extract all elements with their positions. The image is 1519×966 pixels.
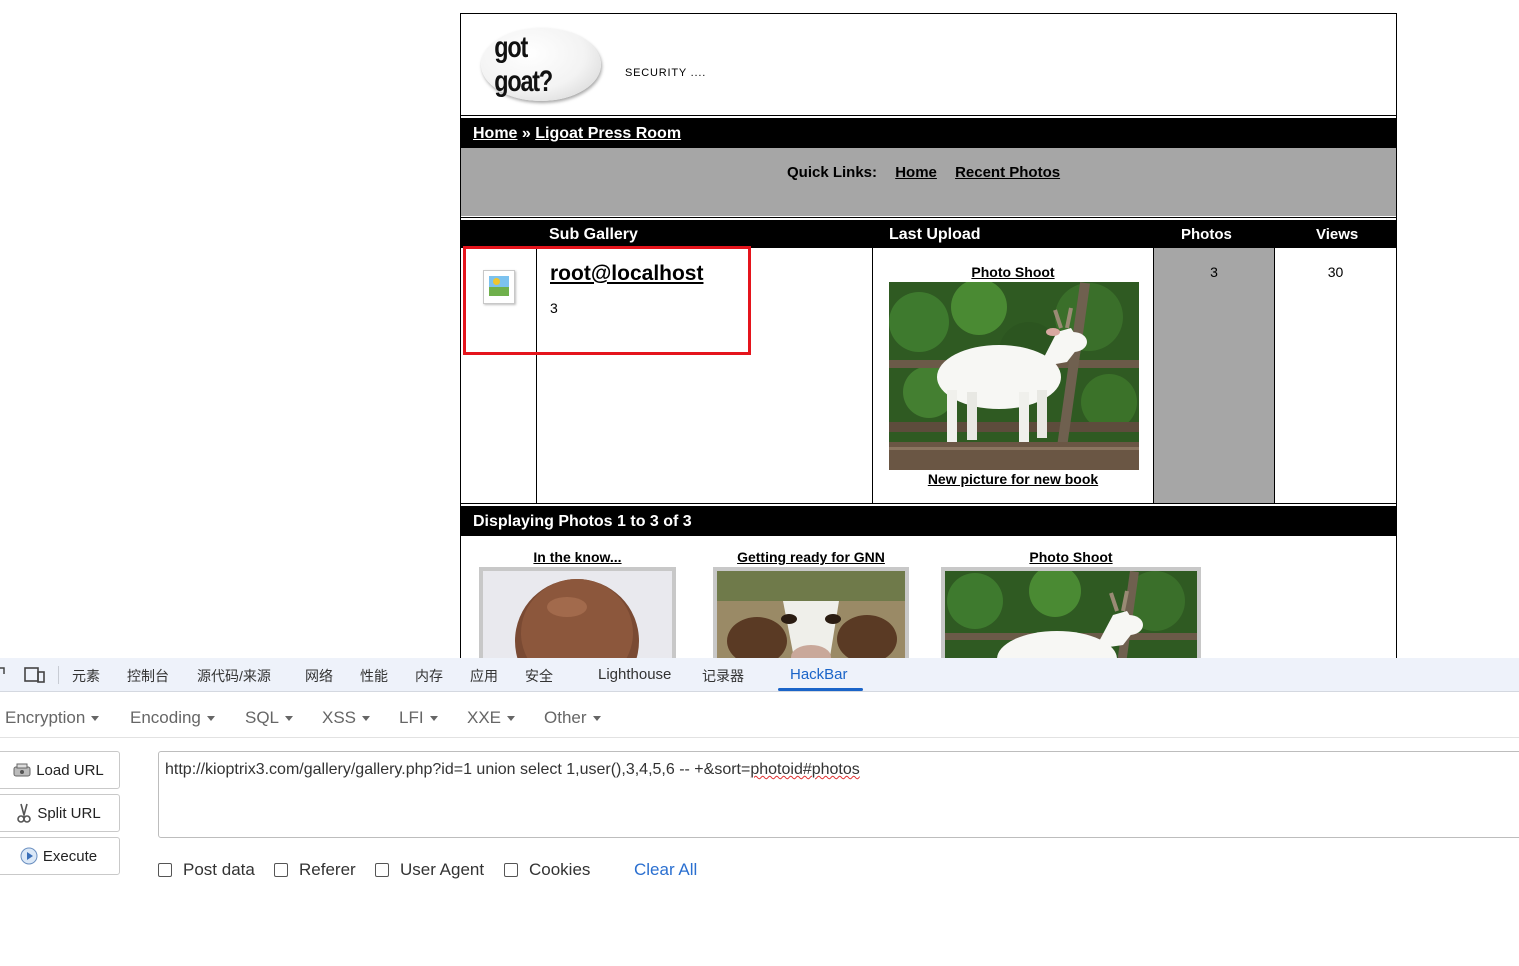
clear-all-link[interactable]: Clear All: [634, 860, 697, 880]
tab-sources[interactable]: 源代码/来源: [197, 666, 271, 686]
menu-encoding[interactable]: Encoding: [130, 708, 215, 728]
gallery-table-header: Sub Gallery Last Upload Photos Views: [461, 218, 1396, 248]
inspect-icon[interactable]: [0, 666, 8, 684]
load-url-label: Load URL: [36, 761, 104, 779]
tab-hackbar[interactable]: HackBar: [790, 666, 848, 683]
tab-security[interactable]: 安全: [525, 666, 553, 686]
checkbox-box[interactable]: [158, 863, 172, 877]
chevron-down-icon: [362, 716, 371, 722]
man-portrait-photo[interactable]: [483, 571, 672, 658]
referer-label: Referer: [299, 860, 356, 879]
cookies-label: Cookies: [529, 860, 591, 879]
user-agent-label: User Agent: [400, 860, 485, 879]
menu-sql[interactable]: SQL: [245, 708, 294, 728]
device-toolbar-icon[interactable]: [24, 666, 46, 684]
post-data-checkbox[interactable]: Post data: [158, 860, 255, 880]
quick-links-label: Quick Links:: [787, 164, 878, 181]
execute-label: Execute: [42, 847, 98, 865]
goat-photo-thumbnail[interactable]: [945, 565, 1197, 658]
header-sub-gallery: Sub Gallery: [549, 226, 638, 243]
photos-count-cell: 3: [1153, 248, 1275, 504]
load-url-button[interactable]: Load URL: [0, 751, 120, 789]
thumbnail-title-link[interactable]: Photo Shoot: [941, 549, 1201, 565]
url-text-prefix: http://kioptrix3.com/gallery/gallery.php…: [165, 761, 751, 778]
red-highlight-box: [463, 246, 751, 355]
chevron-down-icon: [91, 716, 100, 722]
quick-links-bar: Quick Links: Home Recent Photos: [461, 148, 1396, 216]
tab-memory[interactable]: 内存: [415, 666, 443, 686]
last-upload-title-link[interactable]: Photo Shoot: [873, 264, 1153, 280]
menu-encryption[interactable]: Encryption: [5, 708, 100, 728]
devtools-tab-bar: 元素 控制台 源代码/来源 网络 性能 内存 应用 安全 Lighthouse …: [0, 658, 1519, 692]
quick-links: Quick Links: Home Recent Photos: [787, 164, 1060, 181]
thumbnail-title-link[interactable]: In the know...: [479, 549, 676, 565]
play-icon: [20, 847, 38, 865]
checkbox-box[interactable]: [504, 863, 518, 877]
header-views: Views: [1316, 226, 1359, 243]
quick-link-home[interactable]: Home: [895, 164, 937, 181]
header-last-upload: Last Upload: [889, 226, 981, 243]
chevron-down-icon: [429, 716, 438, 722]
url-input[interactable]: http://kioptrix3.com/gallery/gallery.php…: [158, 751, 1519, 838]
menu-lfi[interactable]: LFI: [399, 708, 438, 728]
hackbar-menu: Encryption Encoding SQL XSS LFI XXE Othe…: [0, 698, 1519, 738]
displaying-bar: Displaying Photos 1 to 3 of 3: [461, 504, 1396, 536]
checkbox-box[interactable]: [274, 863, 288, 877]
tab-network[interactable]: 网络: [305, 666, 333, 686]
referer-checkbox[interactable]: Referer: [274, 860, 356, 880]
tab-elements[interactable]: 元素: [72, 666, 100, 686]
checkbox-box[interactable]: [375, 863, 389, 877]
menu-other[interactable]: Other: [544, 708, 601, 728]
breadcrumb: Home » Ligoat Press Room: [473, 125, 681, 143]
tab-console[interactable]: 控制台: [127, 666, 169, 686]
load-url-icon: [13, 763, 31, 777]
breadcrumb-separator: »: [517, 125, 536, 142]
header-photos: Photos: [1181, 226, 1232, 243]
chevron-down-icon: [285, 716, 294, 722]
menu-xss[interactable]: XSS: [322, 708, 371, 728]
thumbnail-frame[interactable]: [479, 567, 676, 658]
displaying-photos-text: Displaying Photos 1 to 3 of 3: [473, 513, 692, 530]
photos-count: 3: [1210, 264, 1218, 280]
active-tab-indicator: [778, 688, 863, 691]
goat-photo[interactable]: [889, 282, 1139, 470]
split-url-button[interactable]: Split URL: [0, 794, 120, 832]
split-url-label: Split URL: [37, 804, 101, 822]
execute-button[interactable]: Execute: [0, 837, 120, 875]
thumbnail-title-link[interactable]: Getting ready for GNN: [713, 549, 909, 565]
thumbnail-frame[interactable]: [941, 565, 1201, 658]
quick-link-recent-photos[interactable]: Recent Photos: [955, 164, 1060, 181]
thumbnail-frame[interactable]: [713, 567, 909, 658]
last-upload-cell: Photo Shoot New picture for new book: [873, 248, 1153, 504]
chevron-down-icon: [507, 716, 516, 722]
last-upload-caption-link[interactable]: New picture for new book: [873, 471, 1153, 487]
user-agent-checkbox[interactable]: User Agent: [375, 860, 484, 880]
breadcrumb-current-link[interactable]: Ligoat Press Room: [535, 125, 681, 142]
menu-xxe[interactable]: XXE: [467, 708, 516, 728]
views-count-cell: 30: [1275, 248, 1396, 504]
devtools-panel: 元素 控制台 源代码/来源 网络 性能 内存 应用 安全 Lighthouse …: [0, 658, 1519, 966]
cookies-checkbox[interactable]: Cookies: [504, 860, 590, 880]
breadcrumb-bar: Home » Ligoat Press Room: [461, 116, 1396, 148]
site-tagline: SECURITY ....: [625, 67, 707, 79]
post-data-label: Post data: [183, 860, 255, 879]
tab-application[interactable]: 应用: [470, 666, 498, 686]
goat-closeup-photo[interactable]: [717, 571, 905, 658]
url-text-suffix: photoid#photos: [750, 761, 860, 778]
views-count: 30: [1327, 264, 1344, 280]
tab-performance[interactable]: 性能: [360, 666, 388, 686]
got-goat-logo[interactable]: got goat?: [481, 28, 601, 101]
scissors-icon: [17, 803, 32, 823]
chevron-down-icon: [592, 716, 601, 722]
breadcrumb-home-link[interactable]: Home: [473, 125, 517, 142]
chevron-down-icon: [206, 716, 215, 722]
tab-recorder[interactable]: 记录器: [702, 666, 744, 686]
site-header: got goat? SECURITY ....: [461, 14, 1396, 116]
tab-lighthouse[interactable]: Lighthouse: [598, 666, 671, 683]
